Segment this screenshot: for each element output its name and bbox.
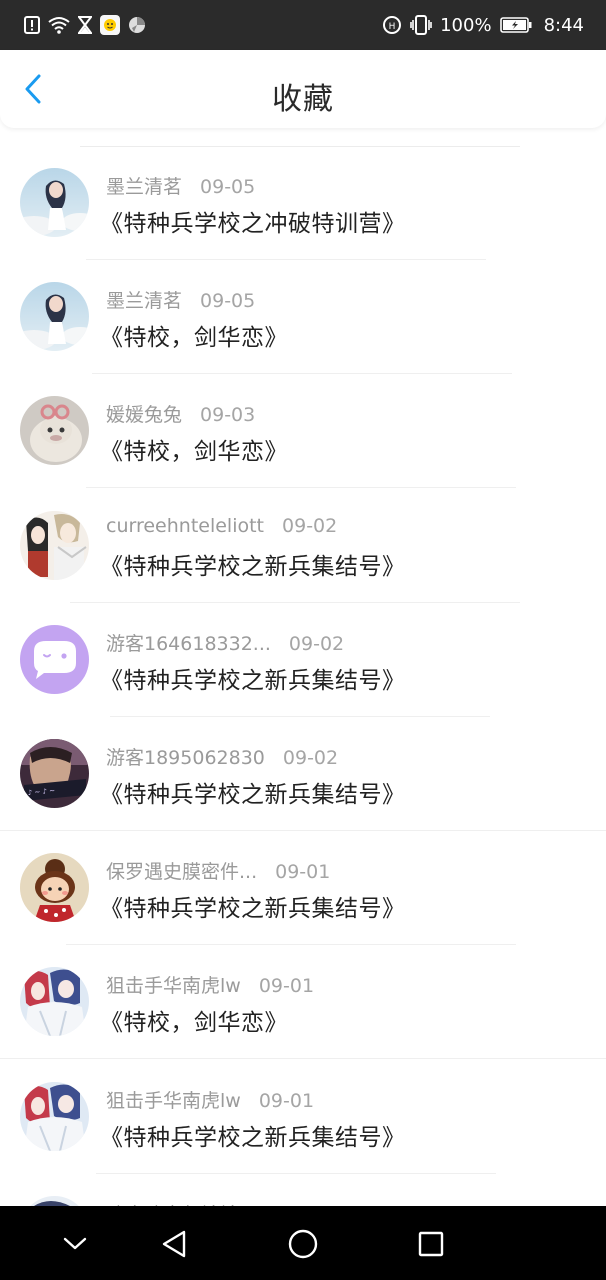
item-date: 09-01: [258, 975, 315, 998]
favorite-item[interactable]: 墨兰清茗 09-05 《特校，剑华恋》: [0, 260, 606, 375]
book-title: 《特种兵学校之新兵集结号》: [100, 896, 406, 923]
favorite-item[interactable]: 墨兰清茗 09-05 《特种兵学校之冲破特训营》: [0, 146, 606, 260]
status-bar: H 100% 8:44: [0, 0, 606, 50]
user-name: 媛媛兔兔: [106, 404, 183, 427]
item-date: 09-02: [282, 514, 338, 537]
item-meta: 狙击手华南虎lw 09-01: [106, 1086, 314, 1113]
book-title: 《特种兵学校之新兵集结号》: [100, 782, 406, 808]
avatar[interactable]: [20, 853, 89, 923]
item-meta: 狙击手华南虎lw 09-01: [106, 971, 314, 998]
recents-nav-button[interactable]: [411, 1224, 451, 1264]
book-title: 《特校，剑华恋》: [100, 439, 288, 466]
avatar[interactable]: [20, 967, 89, 1037]
wifi-icon: [48, 16, 70, 34]
vibrate-icon: [410, 15, 432, 35]
avatar[interactable]: [20, 624, 89, 694]
favorite-item[interactable]: 游客164618332... 09-02 《特种兵学校之新兵集结号》: [0, 603, 606, 717]
book-title: 《特种兵学校之冲破特训营》: [100, 211, 406, 237]
favorite-item[interactable]: 狙击手华南虎lw 09-01 《特种兵学校之新兵集结号》: [0, 1060, 606, 1174]
avatar[interactable]: [20, 396, 89, 466]
item-date: 09-03: [200, 404, 256, 427]
favorite-item[interactable]: curreehnteleliott 09-02 《特种兵学校之新兵集结号》: [0, 489, 606, 603]
item-date: 09-01: [275, 861, 331, 884]
favorite-item[interactable]: 媛媛兔兔 09-03 《特校，剑华恋》: [0, 374, 606, 489]
collapse-button[interactable]: [55, 1224, 95, 1264]
system-nav-bar: [0, 1206, 606, 1280]
user-name: 保罗遇史膜密件...: [106, 861, 258, 884]
item-date: 09-02: [282, 747, 339, 769]
battery-percent: 100%: [440, 14, 492, 36]
back-triangle-icon: [162, 1230, 186, 1258]
item-meta: 保罗遇史膜密件... 09-01: [106, 857, 330, 884]
item-meta: 游客164618332... 09-02: [106, 629, 344, 656]
avatar[interactable]: [20, 282, 89, 352]
hourglass-icon: [78, 16, 92, 34]
item-date: 09-02: [288, 632, 345, 655]
status-right: H 100% 8:44: [382, 15, 584, 36]
item-meta: 媛媛兔兔 09-03: [106, 400, 255, 427]
book-title: 《特种兵学校之新兵集结号》: [100, 553, 406, 580]
user-name: 狙击手华南虎lw: [106, 1089, 241, 1112]
home-nav-button[interactable]: [283, 1224, 323, 1264]
status-left: [24, 15, 146, 35]
book-title: 《特种兵学校之新兵集结号》: [100, 667, 406, 694]
favorite-item[interactable]: ♪ ~ ♪ ~ 游客1895062830 09-02 《特种兵学校之新兵集结号》: [0, 717, 606, 831]
user-name: curreehnteleliott: [106, 514, 265, 537]
battery-icon: [499, 17, 532, 33]
app-header: 收藏: [0, 50, 606, 128]
item-date: 09-05: [200, 290, 256, 313]
back-nav-button[interactable]: [154, 1224, 194, 1264]
alert-icon: [24, 16, 40, 34]
item-meta: 墨兰清茗 09-05: [106, 172, 255, 199]
avatar[interactable]: ♪ ~ ♪ ~: [20, 739, 89, 808]
favorite-item[interactable]: 狙击手华南虎lw 09-01 《特校，剑华恋》: [0, 945, 606, 1060]
collapse-icon: [63, 1237, 87, 1250]
item-date: 09-05: [200, 176, 256, 198]
avatar[interactable]: [20, 168, 89, 237]
item-meta: curreehnteleliott 09-02: [106, 515, 337, 537]
item-date: 09-01: [258, 1089, 315, 1112]
home-circle-icon: [288, 1229, 318, 1259]
user-name: 墨兰清茗: [106, 290, 183, 313]
user-name: 游客1895062830: [106, 747, 265, 769]
clock: 8:44: [543, 14, 584, 36]
user-name: 狙击手华南虎lw: [106, 975, 241, 998]
item-meta: 游客1895062830 09-02: [106, 743, 338, 770]
recents-square-icon: [418, 1231, 444, 1257]
page-title: 收藏: [272, 82, 334, 117]
user-name: 游客164618332...: [106, 632, 271, 655]
book-title: 《特种兵学校之新兵集结号》: [100, 1124, 406, 1151]
book-title: 《特校，剑华恋》: [100, 1010, 288, 1037]
alarm-icon: H: [382, 15, 402, 35]
avatar[interactable]: [20, 1081, 89, 1151]
user-name: 墨兰清茗: [106, 176, 183, 198]
svg-text:H: H: [389, 22, 396, 32]
browser-icon: [128, 16, 146, 34]
chat-app-icon: [100, 15, 120, 35]
avatar[interactable]: [20, 510, 89, 580]
item-meta: 墨兰清茗 09-05: [106, 286, 255, 313]
book-title: 《特校，剑华恋》: [100, 325, 288, 352]
favorite-item[interactable]: 保罗遇史膜密件... 09-01 《特种兵学校之新兵集结号》: [0, 831, 606, 946]
